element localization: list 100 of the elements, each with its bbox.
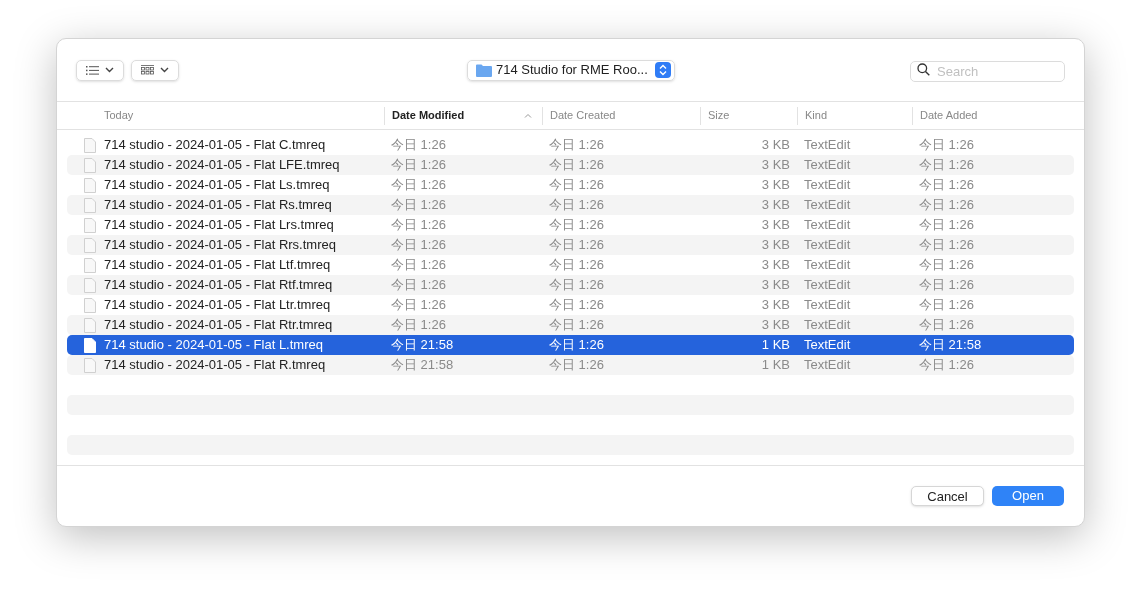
file-name: 714 studio - 2024-01-05 - Flat C.tmreq bbox=[104, 136, 326, 155]
table-cell: 今日 1:26 bbox=[549, 277, 604, 293]
table-cell: TextEdit bbox=[804, 257, 851, 273]
document-icon bbox=[84, 317, 96, 333]
table-cell: 今日 1:26 bbox=[549, 257, 604, 273]
file-row[interactable]: 714 studio - 2024-01-05 - Flat R.tmreq 今日 21:58 今日 1:26 1 KB TextEdit 今日 1:26 bbox=[67, 355, 1074, 375]
table-cell: 今日 1:26 bbox=[549, 197, 604, 213]
table-cell: 今日 1:26 bbox=[549, 337, 604, 353]
stepper-icon bbox=[655, 62, 671, 78]
table-cell: 今日 1:26 bbox=[919, 177, 974, 193]
table-cell: TextEdit bbox=[804, 337, 851, 353]
table-cell: 今日 1:26 bbox=[549, 177, 604, 193]
column-header[interactable]: Date Modified bbox=[384, 106, 542, 125]
table-cell: 今日 1:26 bbox=[391, 177, 446, 193]
column-header[interactable]: Kind bbox=[797, 106, 912, 125]
grid-icon bbox=[141, 65, 154, 75]
table-cell: 今日 1:26 bbox=[391, 277, 446, 293]
document-icon bbox=[84, 277, 96, 293]
folder-icon bbox=[476, 63, 492, 77]
column-header[interactable]: Size bbox=[700, 106, 797, 125]
table-cell: TextEdit bbox=[804, 157, 851, 173]
table-cell: 今日 1:26 bbox=[391, 197, 446, 213]
open-button[interactable]: Open bbox=[992, 486, 1064, 506]
table-cell-text: 3 KB bbox=[761, 136, 790, 155]
file-name: 714 studio - 2024-01-05 - Flat Ltr.tmreq bbox=[104, 296, 331, 315]
chevron-down-icon bbox=[105, 67, 114, 73]
table-cell: 今日 1:26 bbox=[391, 297, 446, 313]
column-header[interactable]: Today bbox=[67, 106, 384, 125]
table-cell: 今日 1:26 bbox=[919, 137, 974, 153]
file-name: 714 studio - 2024-01-05 - Flat Ltf.tmreq bbox=[104, 256, 331, 275]
table-cell: 今日 1:26 bbox=[549, 157, 604, 173]
table-cell: 今日 1:26 bbox=[549, 137, 604, 153]
table-cell-text: 3 KB bbox=[761, 276, 790, 295]
table-cell: 今日 1:26 bbox=[919, 217, 974, 233]
document-icon bbox=[84, 357, 96, 373]
table-cell: 今日 1:26 bbox=[919, 317, 974, 333]
file-name: 714 studio - 2024-01-05 - Flat Lrs.tmreq bbox=[104, 216, 334, 235]
chevron-down-icon bbox=[160, 67, 169, 73]
file-row[interactable]: 714 studio - 2024-01-05 - Flat Rrs.tmreq 今日 1:26 今日 1:26 3 KB TextEdit 今日 1:26 bbox=[67, 235, 1074, 255]
table-cell: 今日 1:26 bbox=[391, 217, 446, 233]
table-cell-text: 3 KB bbox=[761, 236, 790, 255]
document-icon bbox=[84, 177, 96, 193]
file-name: 714 studio - 2024-01-05 - Flat Rtr.tmreq bbox=[104, 316, 333, 335]
table-cell-text: 3 KB bbox=[761, 316, 790, 335]
list-view-button[interactable] bbox=[76, 59, 124, 81]
table-cell: 今日 1:26 bbox=[919, 357, 974, 373]
file-row[interactable]: 714 studio - 2024-01-05 - Flat LFE.tmreq 今日 1:26 今日 1:26 3 KB TextEdit 今日 1:26 bbox=[67, 155, 1074, 175]
table-cell: 今日 1:26 bbox=[919, 277, 974, 293]
table-cell: 今日 1:26 bbox=[391, 257, 446, 273]
table-cell: 今日 1:26 bbox=[919, 257, 974, 273]
file-name: 714 studio - 2024-01-05 - Flat Rtf.tmreq bbox=[104, 276, 333, 295]
table-cell: TextEdit bbox=[804, 197, 851, 213]
file-name: 714 studio - 2024-01-05 - Flat Rrs.tmreq bbox=[104, 236, 336, 255]
table-cell: TextEdit bbox=[804, 217, 851, 233]
document-icon bbox=[84, 237, 96, 253]
table-cell: 今日 1:26 bbox=[391, 237, 446, 253]
document-icon bbox=[84, 257, 96, 273]
column-header[interactable]: Date Created bbox=[542, 106, 700, 125]
table-cell: TextEdit bbox=[804, 237, 851, 253]
document-icon bbox=[84, 197, 96, 213]
file-name: 714 studio - 2024-01-05 - Flat R.tmreq bbox=[104, 356, 326, 375]
table-cell: 今日 21:58 bbox=[391, 337, 454, 353]
file-row[interactable]: 714 studio - 2024-01-05 - Flat Rtr.tmreq 今日 1:26 今日 1:26 3 KB TextEdit 今日 1:26 bbox=[67, 315, 1074, 335]
table-cell: TextEdit bbox=[804, 137, 851, 153]
document-icon bbox=[84, 337, 96, 353]
table-cell: 今日 1:26 bbox=[549, 357, 604, 373]
file-name: 714 studio - 2024-01-05 - Flat L.tmreq bbox=[104, 336, 323, 355]
document-icon bbox=[84, 137, 96, 153]
search-field[interactable]: Search bbox=[910, 61, 1065, 82]
table-cell: 今日 1:26 bbox=[919, 237, 974, 253]
table-cell-text: 3 KB bbox=[761, 256, 790, 275]
list-icon bbox=[86, 65, 99, 75]
table-cell-text: 3 KB bbox=[761, 156, 790, 175]
document-icon bbox=[84, 157, 96, 173]
file-row[interactable]: 714 studio - 2024-01-05 - Flat Rtf.tmreq 今日 1:26 今日 1:26 3 KB TextEdit 今日 1:26 bbox=[67, 275, 1074, 295]
file-row[interactable]: 714 studio - 2024-01-05 - Flat L.tmreq 今日 21:58 今日 1:26 1 KB TextEdit 今日 21:58 bbox=[67, 335, 1074, 355]
table-cell: TextEdit bbox=[804, 177, 851, 193]
table-cell-text: 3 KB bbox=[761, 296, 790, 315]
table-cell: 今日 1:26 bbox=[549, 297, 604, 313]
table-cell: 今日 1:26 bbox=[549, 217, 604, 233]
column-header[interactable]: Date Added bbox=[912, 106, 1074, 125]
table-cell: 今日 1:26 bbox=[391, 157, 446, 173]
file-name: 714 studio - 2024-01-05 - Flat Rs.tmreq bbox=[104, 196, 332, 215]
table-cell: 今日 1:26 bbox=[391, 317, 446, 333]
file-row[interactable]: 714 studio - 2024-01-05 - Flat Rs.tmreq 今日 1:26 今日 1:26 3 KB TextEdit 今日 1:26 bbox=[67, 195, 1074, 215]
document-icon bbox=[84, 297, 96, 313]
table-cell: 今日 1:26 bbox=[919, 197, 974, 213]
table-cell: 今日 1:26 bbox=[549, 237, 604, 253]
file-name: 714 studio - 2024-01-05 - Flat Ls.tmreq bbox=[104, 176, 330, 195]
grid-view-button[interactable] bbox=[131, 59, 179, 81]
table-cell: 今日 1:26 bbox=[919, 297, 974, 313]
cancel-button[interactable]: Cancel bbox=[911, 486, 984, 506]
table-cell: 今日 1:26 bbox=[919, 157, 974, 173]
document-icon bbox=[84, 217, 96, 233]
table-cell-text: 3 KB bbox=[761, 196, 790, 215]
sort-caret-icon bbox=[524, 113, 532, 118]
location-popup[interactable]: 714 Studio for RME Roo... bbox=[467, 59, 675, 81]
search-icon bbox=[917, 63, 930, 76]
table-cell: 今日 21:58 bbox=[391, 357, 454, 373]
table-cell-text: 3 KB bbox=[761, 176, 790, 195]
